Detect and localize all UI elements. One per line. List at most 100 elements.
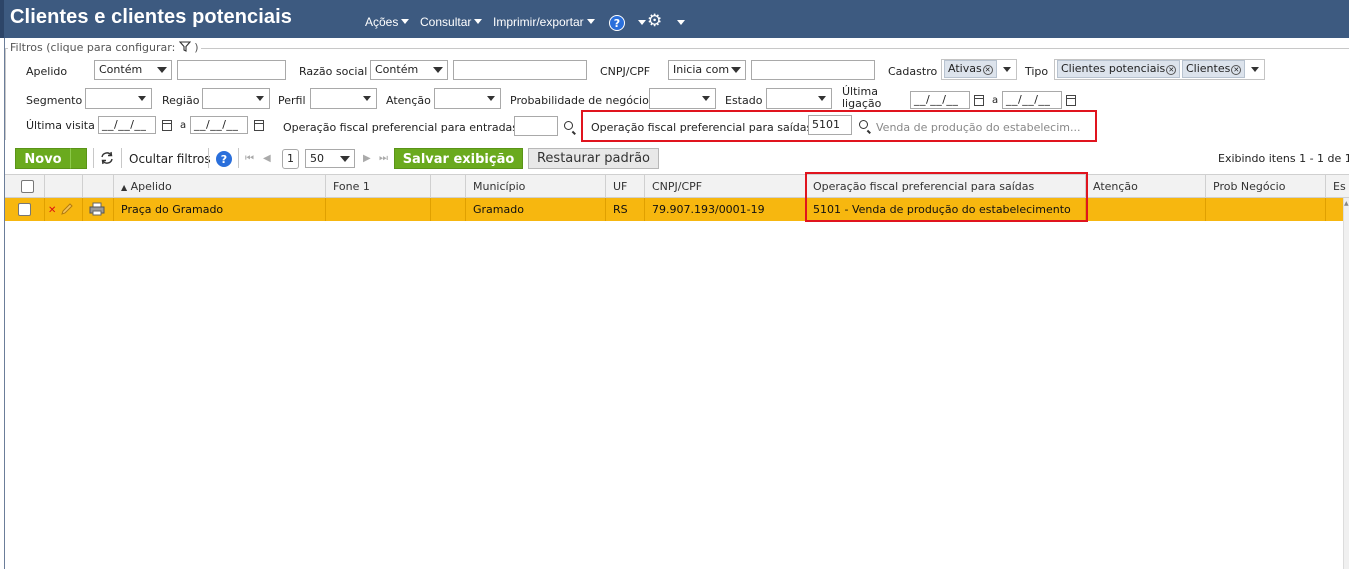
row-checkbox[interactable]: [18, 203, 31, 216]
calendar-icon[interactable]: [1066, 95, 1076, 106]
op-entradas-input[interactable]: [514, 116, 558, 136]
chevron-down-icon: [818, 96, 826, 101]
prev-page-icon[interactable]: ◀: [263, 153, 271, 164]
chevron-down-icon: [363, 96, 371, 101]
perfil-select[interactable]: [310, 88, 377, 109]
column-header-cnpj[interactable]: CNPJ/CPF: [645, 175, 806, 199]
filters-legend[interactable]: Filtros (clique para configurar: ): [8, 41, 201, 54]
chip-label: Ativas: [948, 62, 982, 75]
funnel-icon[interactable]: [178, 41, 192, 52]
razao-social-input[interactable]: [453, 60, 587, 80]
calendar-icon[interactable]: [162, 120, 172, 131]
ultima-visita-from-input[interactable]: __/__/__: [98, 116, 156, 134]
search-icon[interactable]: [859, 120, 868, 129]
apelido-mode-select[interactable]: Contém: [94, 60, 172, 80]
calendar-icon[interactable]: [254, 120, 264, 131]
column-header-label: Fone 1: [333, 180, 370, 193]
settings-chevron-down-icon[interactable]: [677, 20, 685, 25]
print-icon[interactable]: [89, 202, 105, 216]
calendar-icon[interactable]: [974, 95, 984, 106]
toolbar-separator: [121, 148, 122, 168]
restore-default-button[interactable]: Restaurar padrão: [528, 148, 659, 169]
help-icon[interactable]: ?: [216, 151, 232, 167]
column-header-apelido[interactable]: ▲ Apelido: [114, 175, 326, 199]
cnpj-mode-select[interactable]: Inicia com: [668, 60, 746, 80]
first-page-icon[interactable]: ⏮: [245, 153, 254, 164]
next-page-icon[interactable]: ▶: [363, 153, 371, 164]
segmento-select[interactable]: [85, 88, 152, 109]
page-title: Clientes e clientes potenciais: [10, 6, 292, 28]
table-row[interactable]: ✕ Praça do Gramado Gramado RS 79.907.193…: [5, 198, 1343, 221]
razao-social-mode-select[interactable]: Contém: [370, 60, 448, 80]
chevron-down-icon: [157, 67, 167, 73]
help-chevron-down-icon[interactable]: [638, 20, 646, 25]
tipo-chip-clientes[interactable]: Clientes ✕: [1182, 60, 1246, 78]
highlight-box-column: [805, 172, 1088, 222]
help-icon[interactable]: ?: [609, 15, 625, 31]
column-header-atencao[interactable]: Atenção: [1086, 175, 1206, 199]
atencao-label: Atenção: [386, 94, 431, 107]
tipo-label: Tipo: [1025, 65, 1049, 78]
cell-prob: [1206, 198, 1326, 221]
cnpj-input[interactable]: [751, 60, 875, 80]
menu-consultar-label: Consultar: [420, 15, 472, 29]
delete-icon[interactable]: ✕: [48, 205, 56, 216]
column-header-municipio[interactable]: Município: [466, 175, 606, 199]
toolbar-separator: [93, 148, 94, 168]
new-dropdown-button[interactable]: [70, 148, 87, 169]
page-size-value: 50: [310, 152, 324, 165]
edit-pencil-icon[interactable]: [60, 202, 74, 216]
chip-label: Clientes: [1186, 62, 1231, 75]
ultima-ligacao-to-input[interactable]: __/__/__: [1002, 91, 1062, 109]
select-all-checkbox[interactable]: [21, 180, 34, 193]
filters-legend-text: Filtros (clique para configurar:: [10, 41, 176, 54]
ultima-ligacao-from-input[interactable]: __/__/__: [910, 91, 970, 109]
apelido-input[interactable]: [177, 60, 286, 80]
column-header-es[interactable]: Es: [1326, 175, 1349, 199]
save-view-button[interactable]: Salvar exibição: [394, 148, 523, 169]
scroll-up-icon[interactable]: ▲: [1344, 200, 1349, 207]
search-icon[interactable]: [564, 121, 573, 130]
chevron-down-icon: [401, 19, 410, 24]
ultima-ligacao-label-2: ligação: [842, 97, 882, 110]
cell-uf: RS: [606, 198, 645, 221]
ultima-visita-to-input[interactable]: __/__/__: [190, 116, 248, 134]
menu-consultar[interactable]: Consultar: [420, 15, 483, 29]
regiao-select[interactable]: [202, 88, 270, 109]
column-header-fone1[interactable]: Fone 1: [326, 175, 431, 199]
remove-chip-icon[interactable]: ✕: [1231, 65, 1242, 75]
chevron-down-icon: [1251, 67, 1259, 72]
row-print-cell: [83, 198, 114, 221]
atencao-select[interactable]: [434, 88, 501, 109]
probabilidade-select[interactable]: [649, 88, 716, 109]
refresh-icon[interactable]: [99, 151, 115, 165]
gear-icon[interactable]: ⚙: [647, 13, 662, 30]
page-size-select[interactable]: 50: [305, 149, 355, 168]
chevron-down-icon: [702, 96, 710, 101]
last-page-icon[interactable]: ⏭: [379, 153, 388, 164]
row-select-cell: [5, 198, 45, 221]
column-header-extra[interactable]: [431, 175, 466, 199]
op-saidas-input[interactable]: 5101: [808, 115, 852, 135]
new-button[interactable]: Novo: [15, 148, 71, 169]
hide-filters-button[interactable]: Ocultar filtros: [129, 152, 211, 166]
column-header-uf[interactable]: UF: [606, 175, 645, 199]
regiao-label: Região: [162, 94, 200, 107]
tipo-chip-clientes-potenciais[interactable]: Clientes potenciais ✕: [1057, 60, 1181, 78]
cadastro-chip-ativas[interactable]: Ativas ✕: [944, 60, 997, 78]
remove-chip-icon[interactable]: ✕: [982, 65, 993, 75]
ultima-ligacao-sep: a: [992, 95, 999, 106]
column-header-label: UF: [613, 180, 628, 193]
apelido-label: Apelido: [26, 65, 68, 78]
menu-imprimir-exportar[interactable]: Imprimir/exportar: [493, 15, 595, 29]
remove-chip-icon[interactable]: ✕: [1166, 65, 1177, 75]
column-header-prob-negocio[interactable]: Prob Negócio: [1206, 175, 1326, 199]
page-number-input[interactable]: 1: [282, 149, 299, 169]
chevron-down-icon: [256, 96, 264, 101]
vertical-scrollbar[interactable]: ▲: [1343, 198, 1349, 569]
toolbar-separator: [208, 148, 209, 168]
cadastro-label: Cadastro: [888, 65, 938, 78]
cell-extra: [431, 198, 466, 221]
estado-select[interactable]: [766, 88, 832, 109]
menu-acoes[interactable]: Ações: [365, 15, 410, 29]
